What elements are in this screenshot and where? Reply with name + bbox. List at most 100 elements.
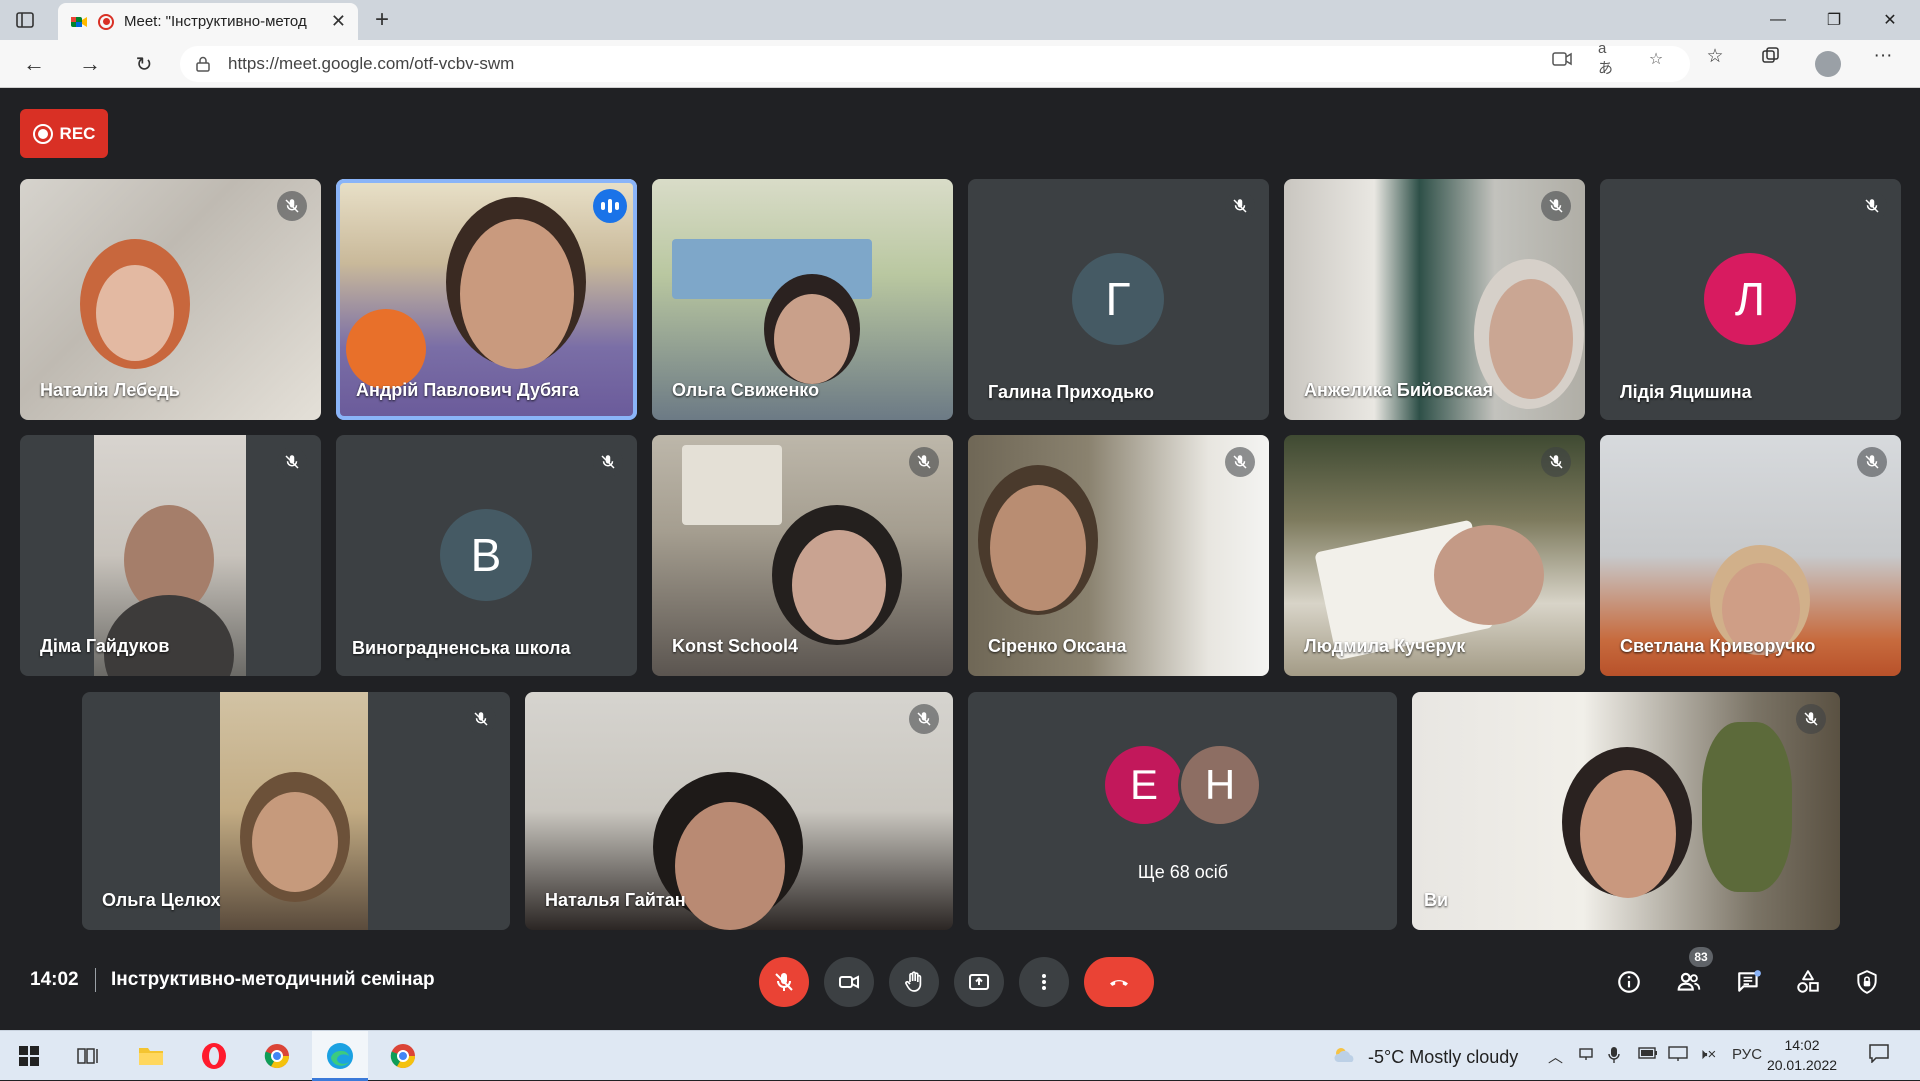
present-icon [969, 974, 989, 990]
participant-name: Анжелика Бийовская [1304, 380, 1494, 400]
browser-tab-bar: Meet: "Інструктивно-метод ✕ + — ❐ ✕ [0, 0, 1920, 40]
browser-tab-meet[interactable]: Meet: "Інструктивно-метод ✕ [58, 3, 358, 40]
edge-browser-icon[interactable] [323, 1039, 357, 1073]
minimize-button[interactable]: — [1750, 0, 1806, 40]
speaking-indicator-icon [593, 189, 627, 223]
muted-mic-icon [1541, 191, 1571, 221]
address-bar[interactable]: https://meet.google.com/otf-vcbv-swm [180, 46, 1690, 82]
participant-tile[interactable]: Анжелика Бийовская [1284, 179, 1585, 420]
close-window-button[interactable]: ✕ [1862, 0, 1918, 40]
chrome-icon[interactable] [260, 1039, 294, 1073]
battery-icon[interactable] [1638, 1046, 1658, 1063]
chat-button[interactable] [1734, 967, 1764, 997]
microphone-toggle-button[interactable] [759, 957, 809, 1007]
windows-start-icon[interactable] [12, 1039, 46, 1073]
url-text: https://meet.google.com/otf-vcbv-swm [228, 54, 515, 73]
restore-button[interactable]: ❐ [1806, 0, 1862, 40]
participant-avatar: Г [1072, 253, 1164, 345]
info-icon [1618, 971, 1640, 993]
show-hidden-icons[interactable]: ︿ [1548, 1046, 1563, 1067]
more-menu-icon[interactable]: ··· [1870, 43, 1896, 69]
weather-text: -5°C Mostly cloudy [1368, 1047, 1519, 1067]
volume-muted-icon[interactable]: 🕨× [1698, 1046, 1716, 1063]
participant-tile[interactable]: Konst School4 [652, 435, 953, 676]
new-tab-button[interactable]: + [368, 6, 396, 34]
activities-button[interactable] [1793, 967, 1823, 997]
raise-hand-button[interactable] [889, 957, 939, 1007]
participants-button[interactable] [1674, 967, 1704, 997]
participant-tile[interactable]: Ольга Целюх [82, 692, 510, 930]
opera-browser-icon[interactable] [197, 1039, 231, 1073]
self-view-tile[interactable]: Ви [1412, 692, 1840, 930]
participant-tile[interactable]: Діма Гайдуков [20, 435, 321, 676]
file-explorer-icon[interactable] [134, 1039, 168, 1073]
host-controls-button[interactable] [1852, 967, 1882, 997]
translate-icon[interactable]: aあ [1598, 40, 1620, 77]
google-meet-icon [70, 13, 88, 31]
participant-name: Ольга Свиженко [672, 380, 820, 400]
back-button[interactable]: ← [18, 49, 50, 79]
participant-name: Светлана Криворучко [1620, 636, 1816, 656]
participant-tile[interactable]: Л Лідія Яцишина [1600, 179, 1901, 420]
participant-tile[interactable]: В Виноградненська школа [336, 435, 637, 676]
more-participants-tile[interactable] [968, 692, 1397, 930]
tab-title: Meet: "Інструктивно-метод [124, 13, 307, 30]
participant-name: Андрій Павлович Дубяга [356, 380, 579, 400]
microphone-tray-icon[interactable] [1608, 1046, 1620, 1068]
system-time: 14:02 [1784, 1037, 1820, 1053]
more-vert-icon [1042, 974, 1046, 990]
forward-button[interactable]: → [74, 49, 106, 79]
mic-off-icon [775, 973, 793, 991]
participant-tile[interactable]: Сіренко Оксана [968, 435, 1269, 676]
more-options-button[interactable] [1019, 957, 1069, 1007]
participant-tile-active-speaker[interactable]: Андрій Павлович Дубяга [336, 179, 637, 420]
system-clock[interactable]: 14:02 20.01.2022 [1760, 1035, 1844, 1075]
camera-in-use-icon[interactable] [1551, 48, 1573, 70]
participant-tile[interactable]: Людмила Кучерук [1284, 435, 1585, 676]
participant-tile[interactable]: Г Галина Приходько [968, 179, 1269, 420]
add-favorite-icon[interactable]: ☆ [1645, 48, 1667, 70]
muted-mic-icon [277, 191, 307, 221]
participant-tile[interactable]: Ольга Свиженко [652, 179, 953, 420]
reload-button[interactable]: ↻ [128, 49, 160, 79]
chrome-profile-icon[interactable] [386, 1039, 420, 1073]
browser-toolbar: ← → ↻ https://meet.google.com/otf-vcbv-s… [0, 40, 1920, 88]
collections-icon[interactable] [1758, 43, 1784, 69]
camera-toggle-button[interactable] [824, 957, 874, 1007]
hand-icon [905, 971, 922, 992]
recording-indicator-icon [98, 13, 114, 30]
shapes-icon [1797, 970, 1819, 993]
participant-tile[interactable]: Наталья Гайтан [525, 692, 953, 930]
present-screen-button[interactable] [954, 957, 1004, 1007]
input-language[interactable]: РУС [1732, 1046, 1762, 1063]
participant-tile[interactable]: Светлана Криворучко [1600, 435, 1901, 676]
tab-actions-icon[interactable] [10, 6, 40, 34]
lock-icon [196, 56, 210, 72]
muted-mic-icon [1225, 447, 1255, 477]
muted-mic-icon [1541, 447, 1571, 477]
recording-label: REC [59, 123, 96, 143]
muted-mic-icon [466, 704, 496, 734]
muted-mic-icon [1225, 191, 1255, 221]
participant-name: Галина Приходько [988, 382, 1154, 402]
display-icon[interactable] [1668, 1046, 1688, 1066]
participant-name: Виноградненська школа [352, 638, 571, 658]
task-view-icon[interactable] [72, 1039, 106, 1073]
profile-avatar[interactable] [1815, 51, 1841, 77]
participant-tile[interactable]: Наталія Лебедь [20, 179, 321, 420]
network-icon[interactable] [1578, 1046, 1594, 1066]
meeting-details-button[interactable] [1614, 967, 1644, 997]
favorites-icon[interactable]: ☆ [1702, 43, 1728, 69]
weather-widget[interactable]: -5°C Mostly cloudy [1332, 1046, 1518, 1069]
windows-taskbar [0, 1030, 1920, 1081]
shield-lock-icon [1857, 970, 1877, 994]
muted-mic-icon [909, 704, 939, 734]
participant-name: Людмила Кучерук [1304, 636, 1466, 656]
participant-avatar: Е [1102, 743, 1186, 827]
participant-count-badge: 83 [1689, 947, 1713, 967]
leave-call-button[interactable] [1084, 957, 1154, 1007]
notifications-icon[interactable] [1868, 1043, 1890, 1067]
participant-avatar: Н [1178, 743, 1262, 827]
tab-close-icon[interactable]: ✕ [331, 11, 346, 32]
participant-name: Konst School4 [672, 636, 799, 656]
